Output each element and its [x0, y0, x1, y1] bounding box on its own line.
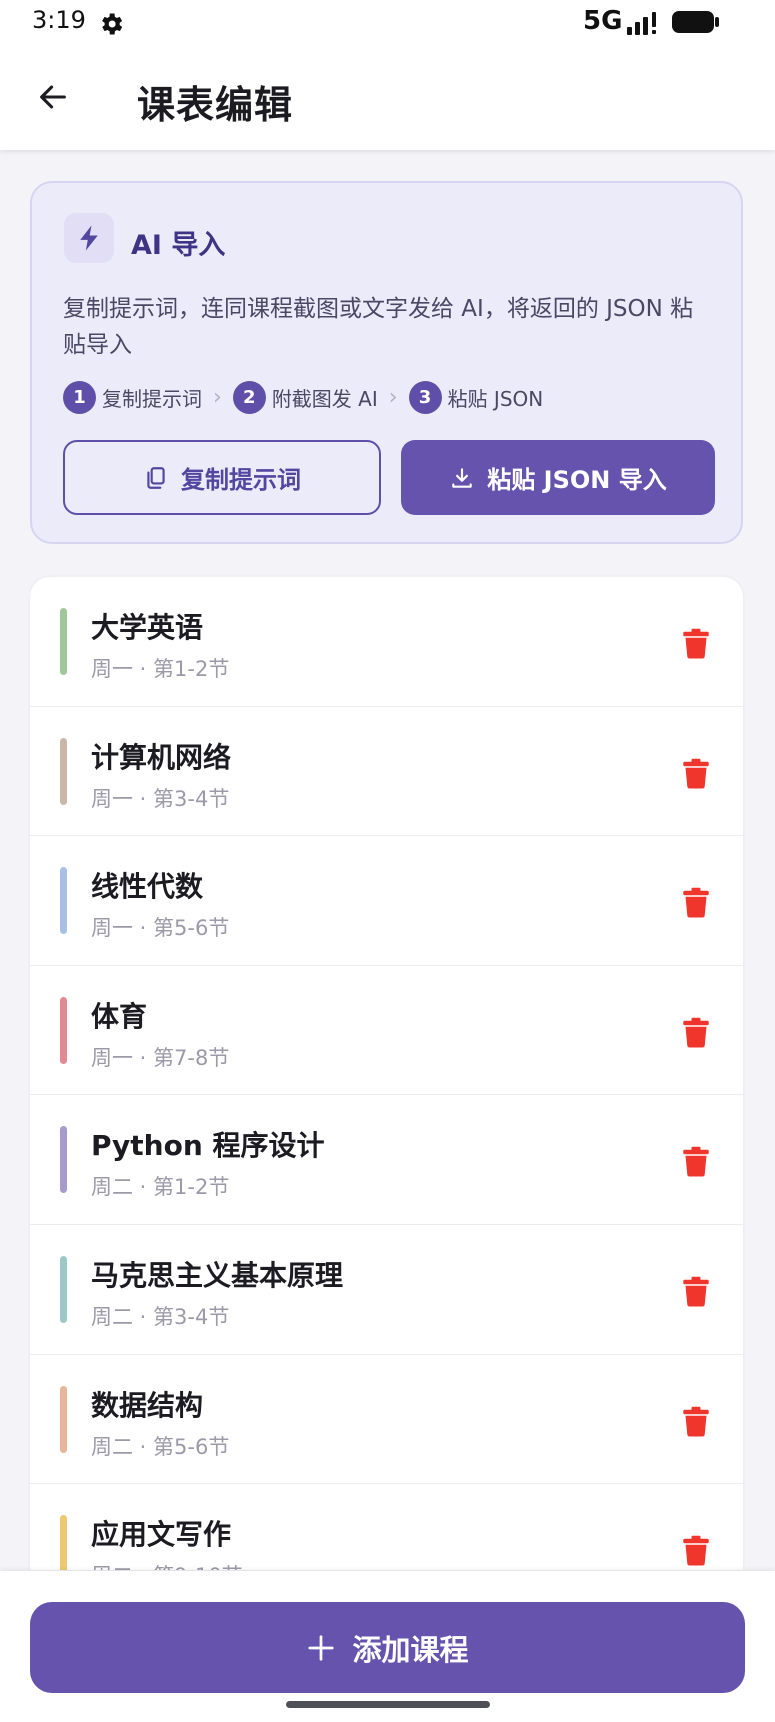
course-color-bar [60, 1385, 67, 1453]
course-list: 大学英语 周一 · 第1-2节 计算机网络 周一 · 第3-4节 线性代数 周一… [30, 577, 743, 1570]
course-item[interactable]: 体育 周一 · 第7-8节 [30, 966, 743, 1096]
settings-gear-icon [97, 10, 125, 38]
paste-json-import-button[interactable]: 粘贴 JSON 导入 [401, 440, 715, 515]
import-steps: 1 复制提示词 › 2 附截图发 AI › 3 粘贴 JSON [63, 381, 543, 414]
copy-prompt-label: 复制提示词 [181, 466, 301, 494]
course-schedule: 周一 · 第3-4节 [91, 786, 230, 811]
trash-icon [683, 1406, 709, 1437]
course-name: 计算机网络 [91, 740, 232, 774]
back-button[interactable] [28, 72, 78, 122]
course-item[interactable]: 大学英语 周一 · 第1-2节 [30, 577, 743, 707]
app-bar: 课表编辑 [0, 44, 775, 150]
course-name: 数据结构 [91, 1388, 204, 1422]
step-label: 粘贴 JSON [447, 387, 544, 411]
page-title: 课表编辑 [137, 83, 294, 127]
ai-import-title: AI 导入 [131, 230, 226, 261]
step-1: 1 复制提示词 [63, 381, 202, 414]
chevron-right-icon: › [213, 385, 222, 410]
course-name: 马克思主义基本原理 [91, 1258, 344, 1292]
course-schedule: 周二 · 第3-4节 [91, 1304, 230, 1329]
status-bar: 3:19 5G [0, 0, 775, 44]
trash-icon [683, 1017, 709, 1048]
step-number: 3 [408, 381, 442, 414]
course-name: 大学英语 [91, 611, 204, 644]
step-3: 3 粘贴 JSON [408, 381, 544, 414]
delete-button[interactable] [674, 751, 718, 795]
arrow-left-icon [40, 85, 66, 109]
delete-button[interactable] [674, 1528, 718, 1570]
course-schedule: 周二 · 第5-6节 [91, 1434, 230, 1459]
trash-icon [683, 1276, 709, 1307]
paste-json-import-label: 粘贴 JSON 导入 [487, 466, 667, 494]
course-schedule: 周二 · 第9-10节 [91, 1560, 243, 1570]
chevron-right-icon: › [388, 385, 398, 410]
course-schedule: 周二 · 第1-2节 [91, 1175, 230, 1200]
network-type: 5G [583, 6, 623, 36]
course-color-bar [60, 608, 67, 675]
course-item[interactable]: 线性代数 周一 · 第5-6节 [30, 836, 743, 966]
delete-button[interactable] [674, 880, 718, 924]
course-color-bar [60, 1255, 67, 1323]
step-number: 2 [232, 381, 266, 414]
delete-button[interactable] [674, 1269, 718, 1313]
course-name: Python 程序设计 [91, 1129, 325, 1163]
course-item[interactable]: 应用文写作 周二 · 第9-10节 [30, 1484, 743, 1570]
course-color-bar [60, 1126, 67, 1194]
trash-icon [683, 1147, 709, 1177]
course-item[interactable]: 计算机网络 周一 · 第3-4节 [30, 707, 743, 837]
trash-icon [683, 758, 709, 789]
add-course-button[interactable]: 添加课程 [30, 1602, 745, 1693]
course-item[interactable]: 马克思主义基本原理 周二 · 第3-4节 [30, 1225, 743, 1355]
course-schedule: 周一 · 第7-8节 [91, 1045, 230, 1070]
trash-icon [683, 1535, 709, 1566]
ai-import-card: AI 导入 复制提示词，连同课程截图或文字发给 AI，将返回的 JSON 粘贴导… [30, 181, 743, 544]
signal-icon [626, 10, 666, 36]
course-name: 体育 [91, 999, 148, 1033]
copy-icon [143, 465, 169, 491]
delete-button[interactable] [674, 621, 718, 665]
step-number: 1 [63, 381, 96, 414]
course-color-bar [60, 1515, 67, 1570]
course-schedule: 周一 · 第1-2节 [91, 657, 230, 681]
ai-import-description: 复制提示词，连同课程截图或文字发给 AI，将返回的 JSON 粘贴导入 [63, 296, 694, 358]
course-schedule: 周一 · 第5-6节 [91, 916, 230, 941]
bottom-bar: 添加课程 [0, 1571, 775, 1722]
delete-button[interactable] [674, 1139, 718, 1183]
battery-icon [671, 9, 721, 35]
course-name: 线性代数 [91, 870, 204, 904]
course-color-bar [60, 996, 67, 1064]
delete-button[interactable] [674, 1010, 718, 1054]
step-2: 2 附截图发 AI [232, 381, 378, 414]
add-course-label: 添加课程 [352, 1632, 469, 1667]
copy-prompt-button[interactable]: 复制提示词 [63, 440, 381, 515]
course-item[interactable]: Python 程序设计 周二 · 第1-2节 [30, 1095, 743, 1225]
course-name: 应用文写作 [91, 1518, 232, 1552]
step-label: 复制提示词 [102, 387, 202, 411]
step-label: 附截图发 AI [271, 387, 378, 411]
download-icon [449, 465, 475, 491]
course-color-bar [60, 867, 67, 935]
status-time: 3:19 [32, 6, 86, 34]
trash-icon [683, 887, 709, 918]
course-item[interactable]: 数据结构 周二 · 第5-6节 [30, 1355, 743, 1485]
lightning-icon [64, 213, 114, 263]
plus-icon [306, 1633, 336, 1663]
trash-icon [683, 628, 709, 659]
delete-button[interactable] [674, 1399, 718, 1443]
home-indicator[interactable] [286, 1701, 490, 1708]
course-color-bar [60, 737, 67, 805]
